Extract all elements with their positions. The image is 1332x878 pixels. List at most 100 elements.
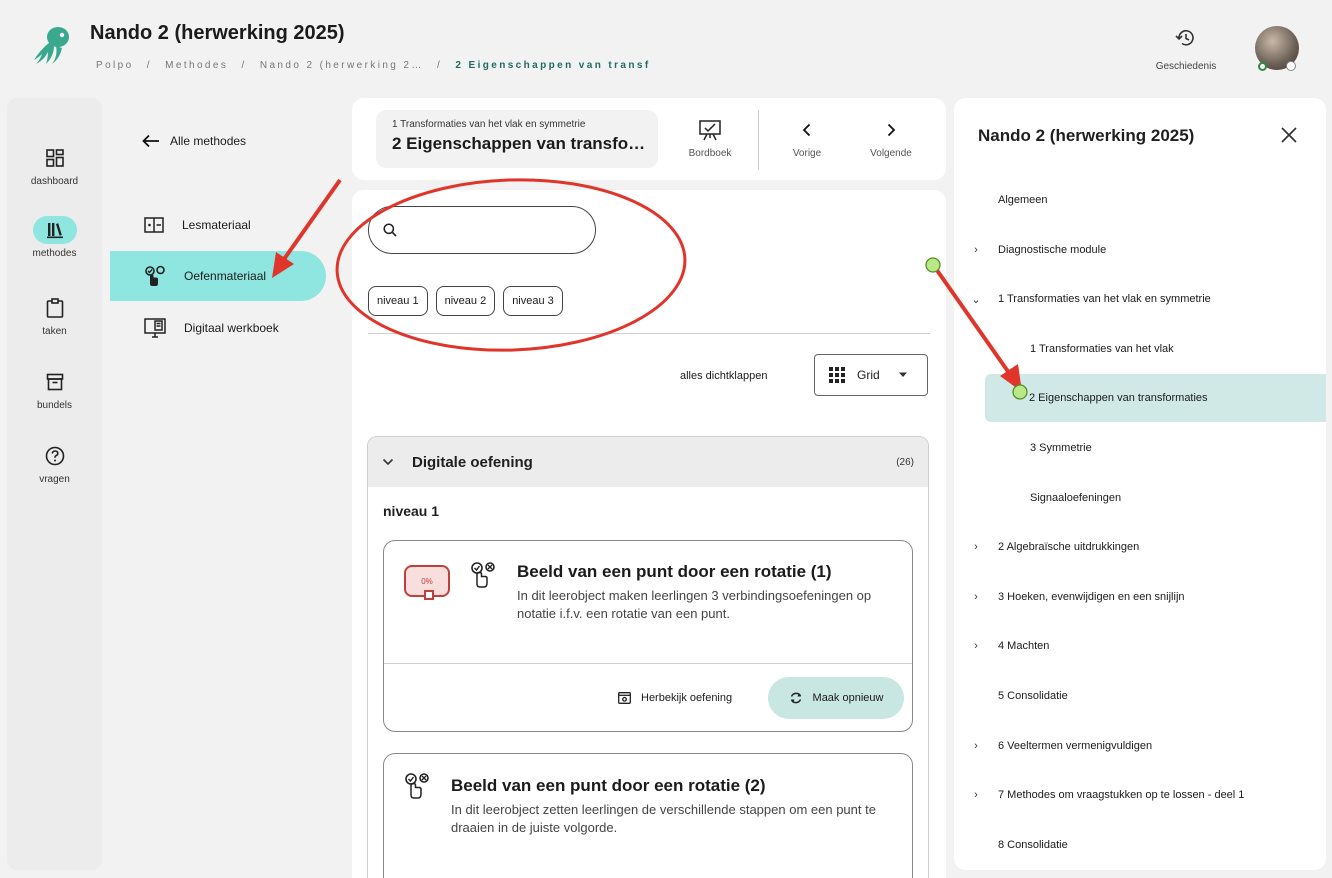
tree-item-label: 2 Algebraïsche uitdrukkingen bbox=[998, 541, 1140, 553]
settings-badge-icon bbox=[1286, 61, 1296, 71]
chip-niveau-2[interactable]: niveau 2 bbox=[435, 286, 496, 316]
progress-value: 0% bbox=[421, 576, 433, 586]
tree-item[interactable]: 5 Consolidatie bbox=[954, 672, 1326, 720]
header-divider bbox=[758, 110, 759, 170]
back-label: Alle methodes bbox=[170, 134, 247, 148]
previous-button[interactable]: Vorige bbox=[782, 118, 832, 159]
nav-item-label: Lesmateriaal bbox=[182, 218, 251, 232]
next-label: Volgende bbox=[870, 148, 912, 159]
arrow-left-icon bbox=[142, 134, 159, 148]
tree-item-label: 7 Methodes om vraagstukken op te lossen … bbox=[998, 789, 1245, 801]
collapse-all-link[interactable]: alles dichtklappen bbox=[680, 370, 767, 382]
breadcrumb: Polpo / Methodes / Nando 2 (herwerking 2… bbox=[96, 60, 651, 71]
top-bar: Nando 2 (herwerking 2025) Polpo / Method… bbox=[0, 0, 1332, 90]
breadcrumb-separator: / bbox=[241, 60, 247, 71]
lesson-material-icon bbox=[144, 217, 164, 233]
chevron-right-icon[interactable]: › bbox=[954, 541, 998, 553]
rail-item-dashboard[interactable]: dashboard bbox=[7, 144, 102, 187]
tree-item[interactable]: › 6 Veeltermen vermenigvuldigen bbox=[954, 722, 1326, 770]
tree-item[interactable]: Algemeen bbox=[954, 176, 1326, 224]
chevron-right-icon[interactable]: › bbox=[954, 789, 998, 801]
clipboard-icon bbox=[33, 294, 77, 322]
view-mode-select[interactable]: Grid bbox=[814, 354, 928, 396]
breadcrumb-separator: / bbox=[436, 60, 443, 71]
exercise-title[interactable]: Beeld van een punt door een rotatie (1) bbox=[517, 562, 832, 582]
exercise-description: In dit leerobject zetten leerlingen de v… bbox=[451, 802, 876, 835]
tree-item[interactable]: ⌄ 1 Transformaties van het vlak en symmet… bbox=[954, 275, 1326, 323]
lesson-header: 1 Transformaties van het vlak en symmetr… bbox=[352, 98, 946, 180]
tree-item[interactable]: 2 Eigenschappen van transformaties bbox=[985, 374, 1326, 422]
level-filter-chips: niveau 1 niveau 2 niveau 3 bbox=[368, 286, 563, 316]
tree-item-label: 2 Eigenschappen van transformaties bbox=[1029, 392, 1208, 404]
review-exercise-button[interactable]: Herbekijk oefening bbox=[618, 692, 732, 704]
close-icon[interactable] bbox=[1280, 126, 1298, 144]
back-to-methods-link[interactable]: Alle methodes bbox=[142, 134, 246, 148]
tree-item[interactable]: › 2 Algebraïsche uitdrukkingen bbox=[954, 523, 1326, 571]
section-title: Digitale oefening bbox=[412, 453, 533, 471]
previous-label: Vorige bbox=[792, 148, 822, 159]
exercise-card[interactable]: Beeld van een punt door een rotatie (2) … bbox=[383, 753, 913, 878]
chip-niveau-3[interactable]: niveau 3 bbox=[503, 286, 563, 316]
question-icon bbox=[33, 442, 77, 470]
rail-item-label: taken bbox=[42, 326, 67, 337]
rail-item-taken[interactable]: taken bbox=[7, 294, 102, 337]
tree-item[interactable]: › 4 Machten bbox=[954, 622, 1326, 670]
bordboek-label: Bordboek bbox=[688, 148, 732, 159]
chip-niveau-1[interactable]: niveau 1 bbox=[368, 286, 428, 316]
chevron-right-icon[interactable]: › bbox=[954, 740, 998, 752]
redo-exercise-button[interactable]: Maak opnieuw bbox=[768, 677, 904, 719]
rail-item-label: bundels bbox=[36, 400, 73, 411]
rail-item-vragen[interactable]: vragen bbox=[7, 442, 102, 485]
level-heading: niveau 1 bbox=[383, 503, 440, 519]
chevron-right-icon[interactable]: › bbox=[954, 244, 998, 256]
search-box[interactable] bbox=[368, 206, 596, 254]
refresh-icon bbox=[790, 692, 801, 704]
lesson-title-box[interactable]: 1 Transformaties van het vlak en symmetr… bbox=[376, 110, 658, 168]
tree-item[interactable]: › Diagnostische module bbox=[954, 226, 1326, 274]
exercise-card[interactable]: 0% Beeld van een punt door een rotatie (… bbox=[383, 540, 913, 732]
rail-item-bundels[interactable]: bundels bbox=[7, 368, 102, 411]
tree-item-label: 1 Transformaties van het vlak en symmetr… bbox=[998, 293, 1211, 305]
tree-item[interactable]: 3 Symmetrie bbox=[954, 424, 1326, 472]
bordboek-button[interactable]: Bordboek bbox=[682, 118, 738, 159]
chevron-right-icon bbox=[887, 123, 896, 137]
section-header[interactable]: Digitale oefening (26) bbox=[368, 437, 928, 487]
primary-nav-rail: dashboard methodes taken bundels vragen bbox=[7, 98, 102, 870]
app-title: Nando 2 (herwerking 2025) bbox=[90, 22, 345, 44]
grid-icon bbox=[829, 367, 845, 383]
tree-item[interactable]: 8 Consolidatie bbox=[954, 821, 1326, 869]
nav-item-oefenmateriaal[interactable]: Oefenmateriaal bbox=[110, 251, 326, 301]
chevron-down-icon[interactable]: ⌄ bbox=[954, 293, 998, 306]
nav-item-label: Oefenmateriaal bbox=[184, 269, 267, 283]
breadcrumb-item-method[interactable]: Nando 2 (herwerking 2… bbox=[260, 60, 424, 71]
octopus-logo-icon[interactable] bbox=[28, 24, 74, 66]
nav-item-digitaal-werkboek[interactable]: Digitaal werkboek bbox=[110, 303, 326, 353]
breadcrumb-item-methodes[interactable]: Methodes bbox=[165, 60, 228, 71]
next-button[interactable]: Volgende bbox=[864, 118, 918, 159]
status-indicators bbox=[1258, 60, 1300, 72]
tree-item[interactable]: › 3 Hoeken, evenwijdigen en een snijlijn bbox=[954, 573, 1326, 621]
main-content: niveau 1 niveau 2 niveau 3 alles dichtkl… bbox=[352, 190, 946, 878]
lesson-title: 2 Eigenschappen van transfo… bbox=[392, 134, 646, 153]
tree-item[interactable]: › 7 Methodes om vraagstukken op te lossen… bbox=[954, 771, 1326, 819]
rail-item-label: methodes bbox=[32, 248, 77, 259]
breadcrumb-item-polpo[interactable]: Polpo bbox=[96, 60, 134, 71]
preview-icon bbox=[618, 692, 631, 704]
exercise-title[interactable]: Beeld van een punt door een rotatie (2) bbox=[451, 776, 766, 796]
tree-item[interactable]: 1 Transformaties van het vlak bbox=[954, 325, 1326, 373]
practice-material-icon bbox=[145, 265, 165, 286]
nav-item-lesmateriaal[interactable]: Lesmateriaal bbox=[110, 200, 326, 250]
tree-item[interactable]: Signaaloefeningen bbox=[954, 474, 1326, 522]
nav-item-label: Digitaal werkboek bbox=[184, 321, 279, 335]
exercise-description: In dit leerobject maken leerlingen 3 ver… bbox=[517, 588, 872, 621]
search-input[interactable] bbox=[407, 222, 577, 238]
rail-item-methodes[interactable]: methodes bbox=[7, 216, 102, 259]
chevron-right-icon[interactable]: › bbox=[954, 591, 998, 603]
chevron-right-icon[interactable]: › bbox=[954, 640, 998, 652]
breadcrumb-item-current: 2 Eigenschappen van transf bbox=[455, 60, 651, 71]
chevron-left-icon bbox=[802, 123, 811, 137]
history-button[interactable]: Geschiedenis bbox=[1150, 28, 1222, 72]
tree-item-label: 3 Symmetrie bbox=[1030, 442, 1092, 454]
redo-label: Maak opnieuw bbox=[812, 692, 884, 704]
progress-badge: 0% bbox=[404, 565, 450, 600]
